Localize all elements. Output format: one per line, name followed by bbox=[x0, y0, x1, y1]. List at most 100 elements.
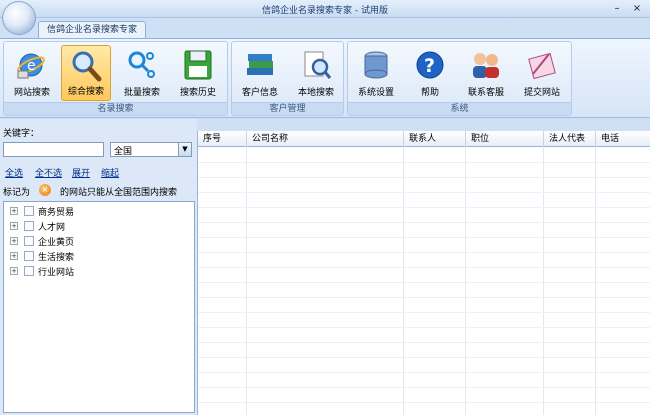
tree-node-label: 企业黄页 bbox=[38, 238, 75, 248]
submit-website-button[interactable]: 提交网站 bbox=[517, 45, 567, 101]
tree-checkbox[interactable] bbox=[24, 206, 34, 216]
column-header-index[interactable]: 序号 bbox=[198, 131, 247, 147]
title-bar: 信鸽企业名录搜索专家 - 试用版 – × bbox=[0, 0, 650, 18]
database-settings-icon bbox=[364, 51, 388, 79]
category-tree: + 商务贸易 + 人才网 + 企业黄页 + 生活搜索 + 行业网站 bbox=[3, 201, 195, 413]
ribbon: e 网站搜索 综合搜索 批量搜索 搜索历史 名录搜索 客户信息 本地搜索 客户管… bbox=[0, 38, 650, 118]
column-header-phone[interactable]: 电话 bbox=[596, 131, 650, 147]
help-label: 帮助 bbox=[420, 88, 439, 98]
system-settings-button[interactable]: 系统设置 bbox=[351, 45, 401, 101]
tree-node-label: 生活搜索 bbox=[38, 253, 75, 263]
expand-link[interactable]: 展开 bbox=[72, 166, 90, 179]
system-settings-label: 系统设置 bbox=[357, 88, 394, 98]
search-history-label: 搜索历史 bbox=[179, 88, 216, 98]
keyword-input[interactable] bbox=[3, 142, 104, 157]
warning-mark-icon: × bbox=[39, 184, 51, 196]
ribbon-group-customer-management: 客户信息 本地搜索 客户管理 bbox=[231, 41, 344, 116]
close-button[interactable]: × bbox=[630, 2, 644, 15]
search-history-button[interactable]: 搜索历史 bbox=[173, 45, 223, 101]
books-icon bbox=[247, 54, 273, 75]
grid-row-line bbox=[198, 312, 650, 313]
tree-checkbox[interactable] bbox=[24, 221, 34, 231]
grid-row-line bbox=[198, 402, 650, 403]
select-all-link[interactable]: 全选 bbox=[5, 166, 23, 179]
grid-row-line bbox=[198, 267, 650, 268]
region-select-value: 全国 bbox=[114, 147, 133, 157]
website-search-label: 网站搜索 bbox=[13, 88, 50, 98]
region-select[interactable]: 全国 ▼ bbox=[110, 142, 192, 157]
users-icon bbox=[473, 53, 499, 78]
expand-icon[interactable]: + bbox=[10, 267, 18, 275]
svg-text:?: ? bbox=[424, 55, 435, 77]
document-search-icon bbox=[304, 51, 332, 79]
column-header-company[interactable]: 公司名称 bbox=[247, 131, 404, 147]
grid-row-line bbox=[198, 297, 650, 298]
contact-support-label: 联系客服 bbox=[467, 88, 504, 98]
tree-checkbox[interactable] bbox=[24, 251, 34, 261]
note-text: 的网站只能从全国范围内搜索 bbox=[60, 188, 178, 198]
app-menu-button[interactable] bbox=[2, 1, 36, 35]
submit-website-label: 提交网站 bbox=[523, 88, 560, 98]
expand-icon[interactable]: + bbox=[10, 207, 18, 215]
minimize-button[interactable]: – bbox=[610, 2, 624, 15]
ribbon-tab-main[interactable]: 信鸽企业名录搜索专家 bbox=[38, 21, 147, 38]
grid-column-divider bbox=[403, 147, 404, 415]
column-header-position[interactable]: 职位 bbox=[466, 131, 544, 147]
window-title: 信鸽企业名录搜索专家 - 试用版 bbox=[262, 6, 388, 16]
local-search-button[interactable]: 本地搜索 bbox=[291, 45, 341, 101]
ribbon-group-label: 名录搜索 bbox=[4, 102, 227, 115]
help-button[interactable]: ? 帮助 bbox=[405, 45, 455, 101]
grid-row-line bbox=[198, 387, 650, 388]
column-header-contact[interactable]: 联系人 bbox=[404, 131, 466, 147]
grid-row-line bbox=[198, 192, 650, 193]
note-prefix: 标记为 bbox=[3, 188, 31, 198]
keyword-label: 关键字： bbox=[3, 129, 40, 139]
ribbon-group-directory-search: e 网站搜索 综合搜索 批量搜索 搜索历史 名录搜索 bbox=[3, 41, 228, 116]
column-header-legal-rep[interactable]: 法人代表 bbox=[544, 131, 596, 147]
application-window: 信鸽企业名录搜索专家 - 试用版 – × 信鸽企业名录搜索专家 e 网站搜索 综… bbox=[0, 0, 650, 415]
magnifier-icon bbox=[72, 51, 102, 82]
ribbon-group-label: 系统 bbox=[348, 102, 571, 115]
grid-row-line bbox=[198, 282, 650, 283]
grid-row-line bbox=[198, 207, 650, 208]
tree-node-label: 行业网站 bbox=[38, 268, 75, 278]
search-panel: 关键字： 全国 ▼ 全选 全不选 展开 缩起 标记为 × 的网站只能从全国范围内… bbox=[0, 119, 197, 415]
grid-column-divider bbox=[246, 147, 247, 415]
collapse-link[interactable]: 缩起 bbox=[101, 166, 119, 179]
grid-row-line bbox=[198, 327, 650, 328]
batch-search-button[interactable]: 批量搜索 bbox=[117, 45, 167, 101]
batch-search-label: 批量搜索 bbox=[123, 88, 160, 98]
floppy-disk-icon bbox=[184, 50, 212, 80]
notebook-pen-icon bbox=[528, 52, 556, 80]
customer-info-label: 客户信息 bbox=[241, 88, 278, 98]
combined-search-button[interactable]: 综合搜索 bbox=[61, 45, 111, 101]
grid-row-line bbox=[198, 162, 650, 163]
expand-icon[interactable]: + bbox=[10, 222, 18, 230]
ribbon-group-label: 客户管理 bbox=[232, 102, 343, 115]
batch-search-icon bbox=[128, 51, 155, 78]
grid-row-line bbox=[198, 342, 650, 343]
grid-row-line bbox=[198, 177, 650, 178]
customer-info-button[interactable]: 客户信息 bbox=[235, 45, 285, 101]
grid-row-line bbox=[198, 237, 650, 238]
tree-checkbox[interactable] bbox=[24, 236, 34, 246]
grid-row-line bbox=[198, 357, 650, 358]
combined-search-label: 综合搜索 bbox=[67, 87, 104, 97]
grid-column-divider bbox=[595, 147, 596, 415]
globe-search-icon: e bbox=[17, 53, 45, 79]
results-grid[interactable]: 序号 公司名称 联系人 职位 法人代表 电话 bbox=[197, 131, 650, 415]
grid-column-divider bbox=[543, 147, 544, 415]
website-search-button[interactable]: e 网站搜索 bbox=[7, 45, 57, 101]
ribbon-group-system: 系统设置 ? 帮助 联系客服 提交网站 系统 bbox=[347, 41, 572, 116]
tree-node-label: 人才网 bbox=[38, 223, 66, 233]
expand-icon[interactable]: + bbox=[10, 252, 18, 260]
expand-icon[interactable]: + bbox=[10, 237, 18, 245]
tree-checkbox[interactable] bbox=[24, 266, 34, 276]
grid-column-divider bbox=[465, 147, 466, 415]
tree-node-label: 商务贸易 bbox=[38, 208, 75, 218]
grid-header: 序号 公司名称 联系人 职位 法人代表 电话 bbox=[198, 131, 650, 147]
select-none-link[interactable]: 全不选 bbox=[35, 166, 62, 179]
contact-support-button[interactable]: 联系客服 bbox=[461, 45, 511, 101]
ribbon-tab-row: 信鸽企业名录搜索专家 bbox=[0, 18, 650, 38]
chevron-down-icon[interactable]: ▼ bbox=[178, 143, 191, 156]
